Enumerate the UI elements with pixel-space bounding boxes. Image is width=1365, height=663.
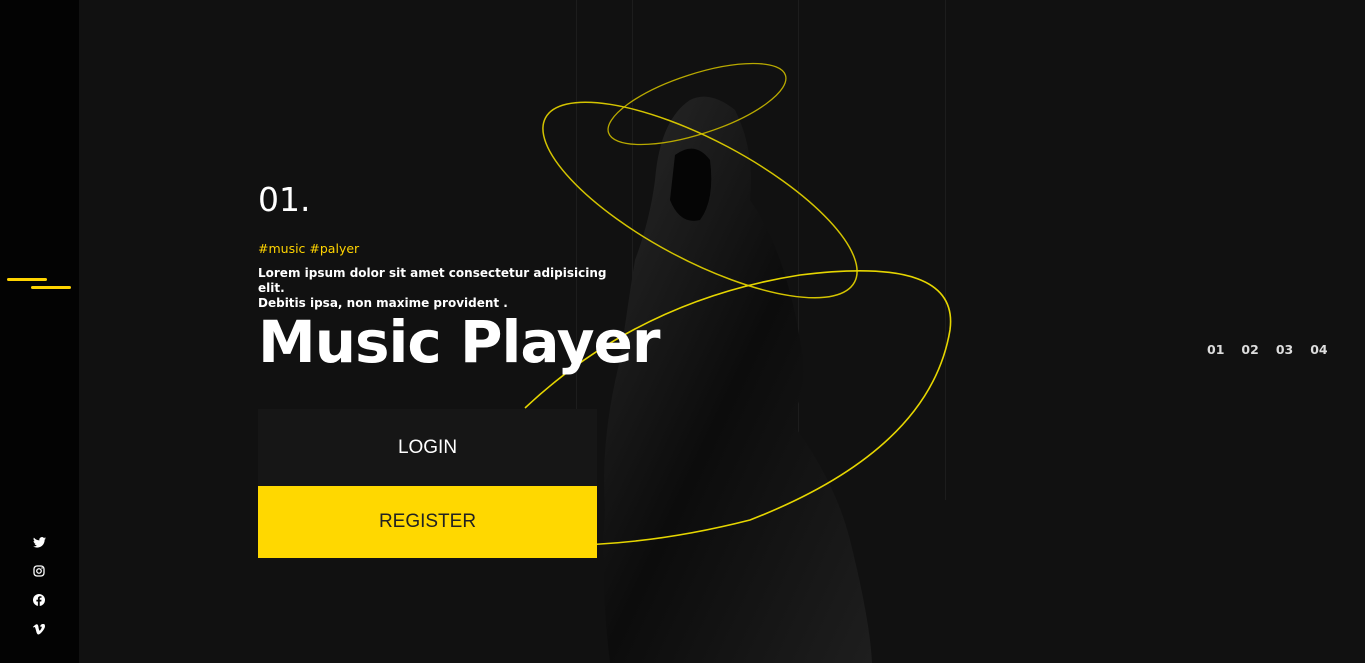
page-link-03[interactable]: 03 <box>1276 342 1293 357</box>
slide-number: 01. <box>258 180 311 219</box>
register-button[interactable]: REGISTER <box>258 486 597 558</box>
page-link-01[interactable]: 01 <box>1207 342 1224 357</box>
orbit-ring <box>607 62 787 146</box>
slide-pagination: 01 02 03 04 <box>1207 342 1328 357</box>
page-title: Music Player <box>258 308 660 376</box>
description-line: Lorem ipsum dolor sit amet consectetur a… <box>258 266 607 295</box>
login-button[interactable]: LOGIN <box>258 409 597 486</box>
page-link-04[interactable]: 04 <box>1310 342 1327 357</box>
page-link-02[interactable]: 02 <box>1241 342 1258 357</box>
hashtags: #music #palyer <box>258 241 360 256</box>
orbit-rings <box>524 62 952 547</box>
description: Lorem ipsum dolor sit amet consectetur a… <box>258 266 618 311</box>
